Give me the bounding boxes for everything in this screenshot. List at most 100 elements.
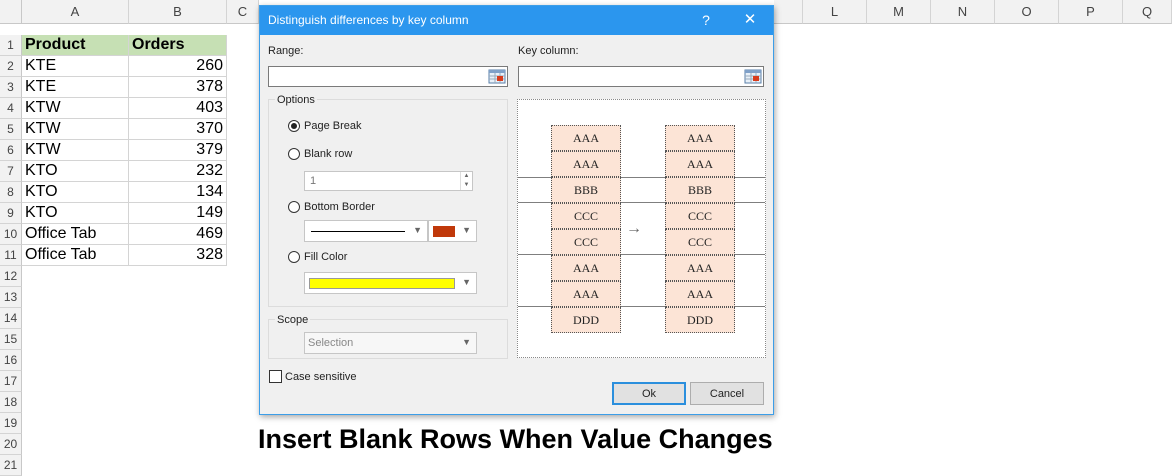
cell-orders[interactable]: 379 (129, 140, 227, 161)
preview-result-cell: CCC (665, 229, 735, 255)
border-color-select[interactable]: ▼ (428, 220, 477, 242)
preview-source-cell: CCC (551, 229, 621, 255)
row-header[interactable]: 11 (0, 245, 22, 266)
cell-product[interactable]: KTW (22, 98, 129, 119)
preview-result-cell: DDD (665, 307, 735, 333)
preview-result-cell: AAA (665, 125, 735, 151)
cell-product[interactable]: KTW (22, 119, 129, 140)
column-header-m[interactable]: M (867, 0, 931, 24)
preview-result-cell: AAA (665, 281, 735, 307)
cell-orders[interactable]: 370 (129, 119, 227, 140)
blank-row-count-stepper[interactable]: 1 ▲ ▼ (304, 171, 473, 191)
cell-header-product[interactable]: Product (22, 35, 129, 56)
cell-orders[interactable]: 260 (129, 56, 227, 77)
caption-text: Insert Blank Rows When Value Changes (258, 424, 773, 454)
cell-product[interactable]: Office Tab (22, 245, 129, 266)
cell-orders[interactable]: 403 (129, 98, 227, 119)
row-header[interactable]: 4 (0, 98, 22, 119)
cell-header-orders[interactable]: Orders (129, 35, 227, 56)
chevron-down-icon: ▼ (413, 225, 422, 235)
row-header[interactable]: 7 (0, 161, 22, 182)
column-header-b[interactable]: B (129, 0, 227, 24)
cell-orders[interactable]: 469 (129, 224, 227, 245)
cell-orders[interactable]: 378 (129, 77, 227, 98)
chevron-down-icon: ▼ (462, 225, 471, 235)
column-header-l[interactable]: L (803, 0, 867, 24)
blank-row-count-value: 1 (310, 175, 317, 187)
cell-product[interactable]: KTO (22, 161, 129, 182)
range-input[interactable] (268, 66, 508, 87)
row-header[interactable]: 15 (0, 329, 22, 350)
blank-row-radio[interactable] (288, 148, 300, 160)
row-header[interactable]: 8 (0, 182, 22, 203)
cell-product[interactable]: Office Tab (22, 224, 129, 245)
row-header[interactable]: 20 (0, 434, 22, 455)
bottom-border-radio[interactable] (288, 201, 300, 213)
fill-color-radio[interactable] (288, 251, 300, 263)
preview-source-cell: AAA (551, 281, 621, 307)
fill-color-label[interactable]: Fill Color (304, 251, 347, 263)
page-break-label[interactable]: Page Break (304, 120, 361, 132)
column-header-p[interactable]: P (1059, 0, 1123, 24)
stepper-arrows-icon[interactable]: ▲ ▼ (460, 172, 472, 190)
row-header[interactable]: 3 (0, 77, 22, 98)
row-header[interactable]: 13 (0, 287, 22, 308)
cell-product[interactable]: KTO (22, 203, 129, 224)
cancel-button[interactable]: Cancel (690, 382, 764, 405)
preview-result-cell: CCC (665, 203, 735, 229)
preview-source-cell: AAA (551, 125, 621, 151)
cell-product[interactable]: KTE (22, 77, 129, 98)
preview-result-cell: BBB (665, 177, 735, 203)
range-select-icon[interactable] (488, 68, 506, 85)
cell-product[interactable]: KTW (22, 140, 129, 161)
select-all-corner[interactable] (0, 0, 22, 24)
column-header-o[interactable]: O (995, 0, 1059, 24)
cell-orders[interactable]: 149 (129, 203, 227, 224)
preview-source-cell: BBB (551, 177, 621, 203)
scope-select-value: Selection (308, 337, 354, 349)
column-header-c[interactable]: C (227, 0, 259, 24)
row-header[interactable]: 19 (0, 413, 22, 434)
cell-orders[interactable]: 134 (129, 182, 227, 203)
row-header[interactable]: 17 (0, 371, 22, 392)
cell-orders[interactable]: 232 (129, 161, 227, 182)
case-sensitive-label[interactable]: Case sensitive (285, 371, 357, 383)
range-label: Range: (268, 45, 304, 57)
preview-source-cell: CCC (551, 203, 621, 229)
row-header[interactable]: 18 (0, 392, 22, 413)
dialog-title: Distinguish differences by key column (268, 13, 469, 27)
row-header[interactable]: 5 (0, 119, 22, 140)
border-line-sample (311, 231, 405, 232)
scope-group-label: Scope (275, 314, 311, 326)
bottom-border-label[interactable]: Bottom Border (304, 201, 375, 213)
blank-row-label[interactable]: Blank row (304, 148, 352, 160)
row-header[interactable]: 10 (0, 224, 22, 245)
cell-orders[interactable]: 328 (129, 245, 227, 266)
close-button[interactable]: ✕ (738, 10, 762, 30)
key-column-select-icon[interactable] (744, 68, 762, 85)
column-header-q[interactable]: Q (1123, 0, 1172, 24)
column-header-n[interactable]: N (931, 0, 995, 24)
case-sensitive-checkbox[interactable] (269, 370, 282, 383)
row-header[interactable]: 6 (0, 140, 22, 161)
ok-button[interactable]: Ok (612, 382, 686, 405)
help-button[interactable]: ? (694, 10, 718, 30)
key-column-input[interactable] (518, 66, 764, 87)
scope-select[interactable]: Selection ▼ (304, 332, 477, 354)
column-header-k[interactable] (774, 0, 803, 24)
row-header[interactable]: 9 (0, 203, 22, 224)
cell-product[interactable]: KTO (22, 182, 129, 203)
cell-product[interactable]: KTE (22, 56, 129, 77)
row-header[interactable]: 12 (0, 266, 22, 287)
fill-color-select[interactable]: ▼ (304, 272, 477, 294)
column-header-a[interactable]: A (22, 0, 129, 24)
row-header[interactable]: 14 (0, 308, 22, 329)
row-header[interactable]: 1 (0, 35, 22, 56)
dialog-titlebar[interactable]: Distinguish differences by key column ? … (260, 6, 773, 35)
row-header[interactable]: 2 (0, 56, 22, 77)
distinguish-differences-dialog: Distinguish differences by key column ? … (259, 5, 774, 415)
row-header[interactable]: 21 (0, 455, 22, 476)
row-header[interactable]: 16 (0, 350, 22, 371)
border-style-select[interactable]: ▼ (304, 220, 428, 242)
page-break-radio[interactable] (288, 120, 300, 132)
